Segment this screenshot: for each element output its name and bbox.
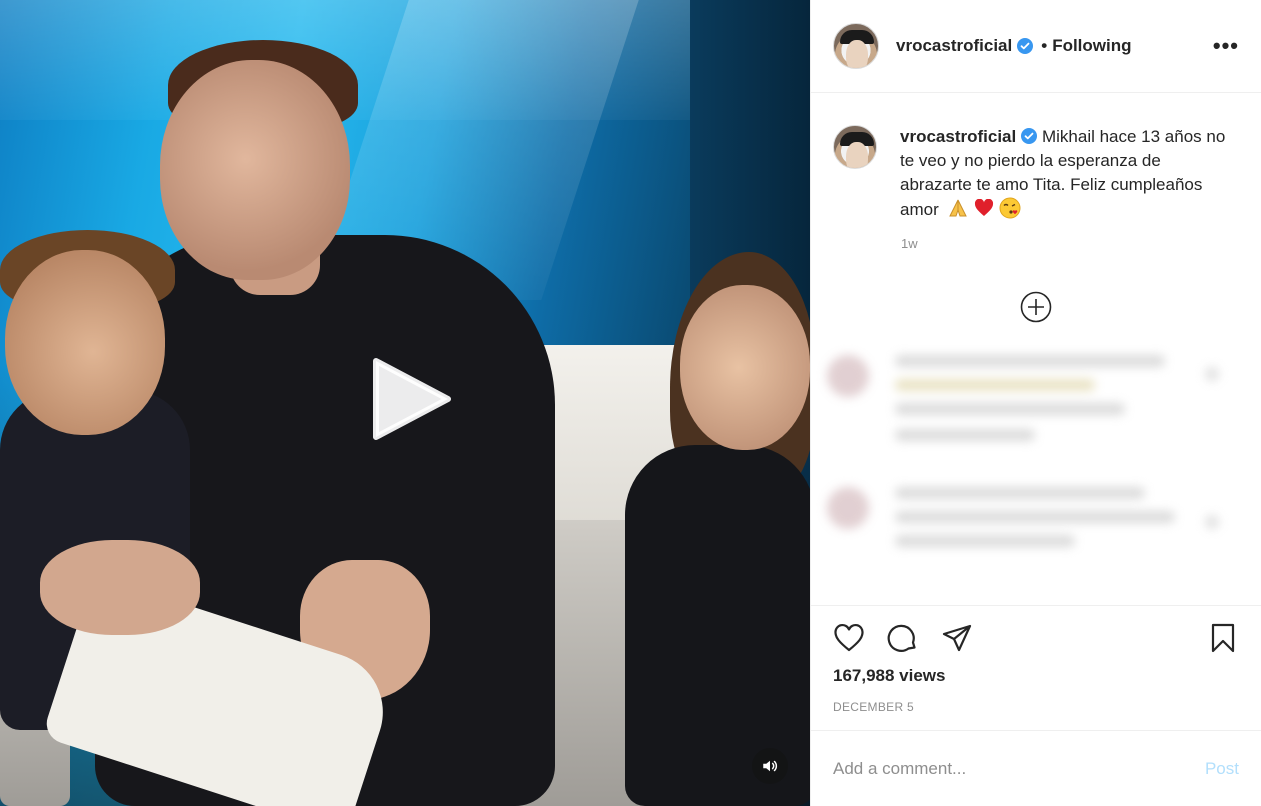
separator-dot: • bbox=[1041, 36, 1048, 55]
comment-form: Post bbox=[811, 730, 1261, 806]
post-details-panel: vrocastroficial • Following ••• vrocastr… bbox=[810, 0, 1261, 806]
avatar bbox=[827, 487, 869, 529]
view-count[interactable]: 167,988 views bbox=[833, 666, 1239, 686]
caption: vrocastroficial Mikhail hace 13 años no … bbox=[811, 93, 1261, 222]
post-date[interactable]: DECEMBER 5 bbox=[833, 700, 1239, 714]
share-icon[interactable] bbox=[941, 622, 973, 654]
following-button[interactable]: Following bbox=[1052, 36, 1131, 56]
username-link[interactable]: vrocastroficial bbox=[896, 36, 1012, 56]
list-item bbox=[827, 355, 1247, 453]
avatar[interactable] bbox=[833, 23, 879, 69]
comment-icon[interactable] bbox=[887, 622, 919, 654]
caption-username[interactable]: vrocastroficial bbox=[900, 127, 1016, 146]
blurred-comments bbox=[827, 355, 1247, 605]
play-icon[interactable] bbox=[368, 357, 452, 441]
more-options-icon[interactable]: ••• bbox=[1213, 35, 1239, 57]
man-hand bbox=[40, 540, 200, 635]
speaker-icon bbox=[763, 760, 778, 772]
bookmark-icon[interactable] bbox=[1207, 622, 1239, 654]
comment-input[interactable] bbox=[833, 758, 1205, 779]
action-bar bbox=[833, 622, 1239, 654]
girl-face bbox=[680, 285, 810, 450]
verified-badge-icon bbox=[1021, 128, 1038, 144]
face-blowing-kiss-emoji bbox=[999, 197, 1021, 219]
video-player[interactable] bbox=[0, 0, 810, 806]
verified-badge-icon bbox=[1017, 38, 1034, 54]
instagram-post-modal: vrocastroficial • Following ••• vrocastr… bbox=[0, 0, 1261, 806]
post-button[interactable]: Post bbox=[1205, 759, 1239, 779]
red-heart-emoji bbox=[975, 198, 994, 216]
post-time[interactable]: 1w bbox=[901, 236, 1261, 251]
post-actions: 167,988 views DECEMBER 5 bbox=[811, 605, 1261, 730]
list-item bbox=[827, 487, 1247, 559]
plus-circle-icon[interactable] bbox=[1020, 291, 1052, 323]
folded-hands-emoji bbox=[949, 199, 968, 217]
caption-text: vrocastroficial Mikhail hace 13 años no … bbox=[900, 125, 1230, 222]
man-face bbox=[160, 60, 350, 280]
boy-face bbox=[5, 250, 165, 435]
avatar bbox=[827, 355, 869, 397]
mute-button[interactable] bbox=[752, 748, 788, 784]
comments-section[interactable]: vrocastroficial Mikhail hace 13 años no … bbox=[811, 93, 1261, 605]
post-header: vrocastroficial • Following ••• bbox=[811, 0, 1261, 93]
heart-icon[interactable] bbox=[833, 622, 865, 654]
avatar[interactable] bbox=[833, 125, 877, 169]
